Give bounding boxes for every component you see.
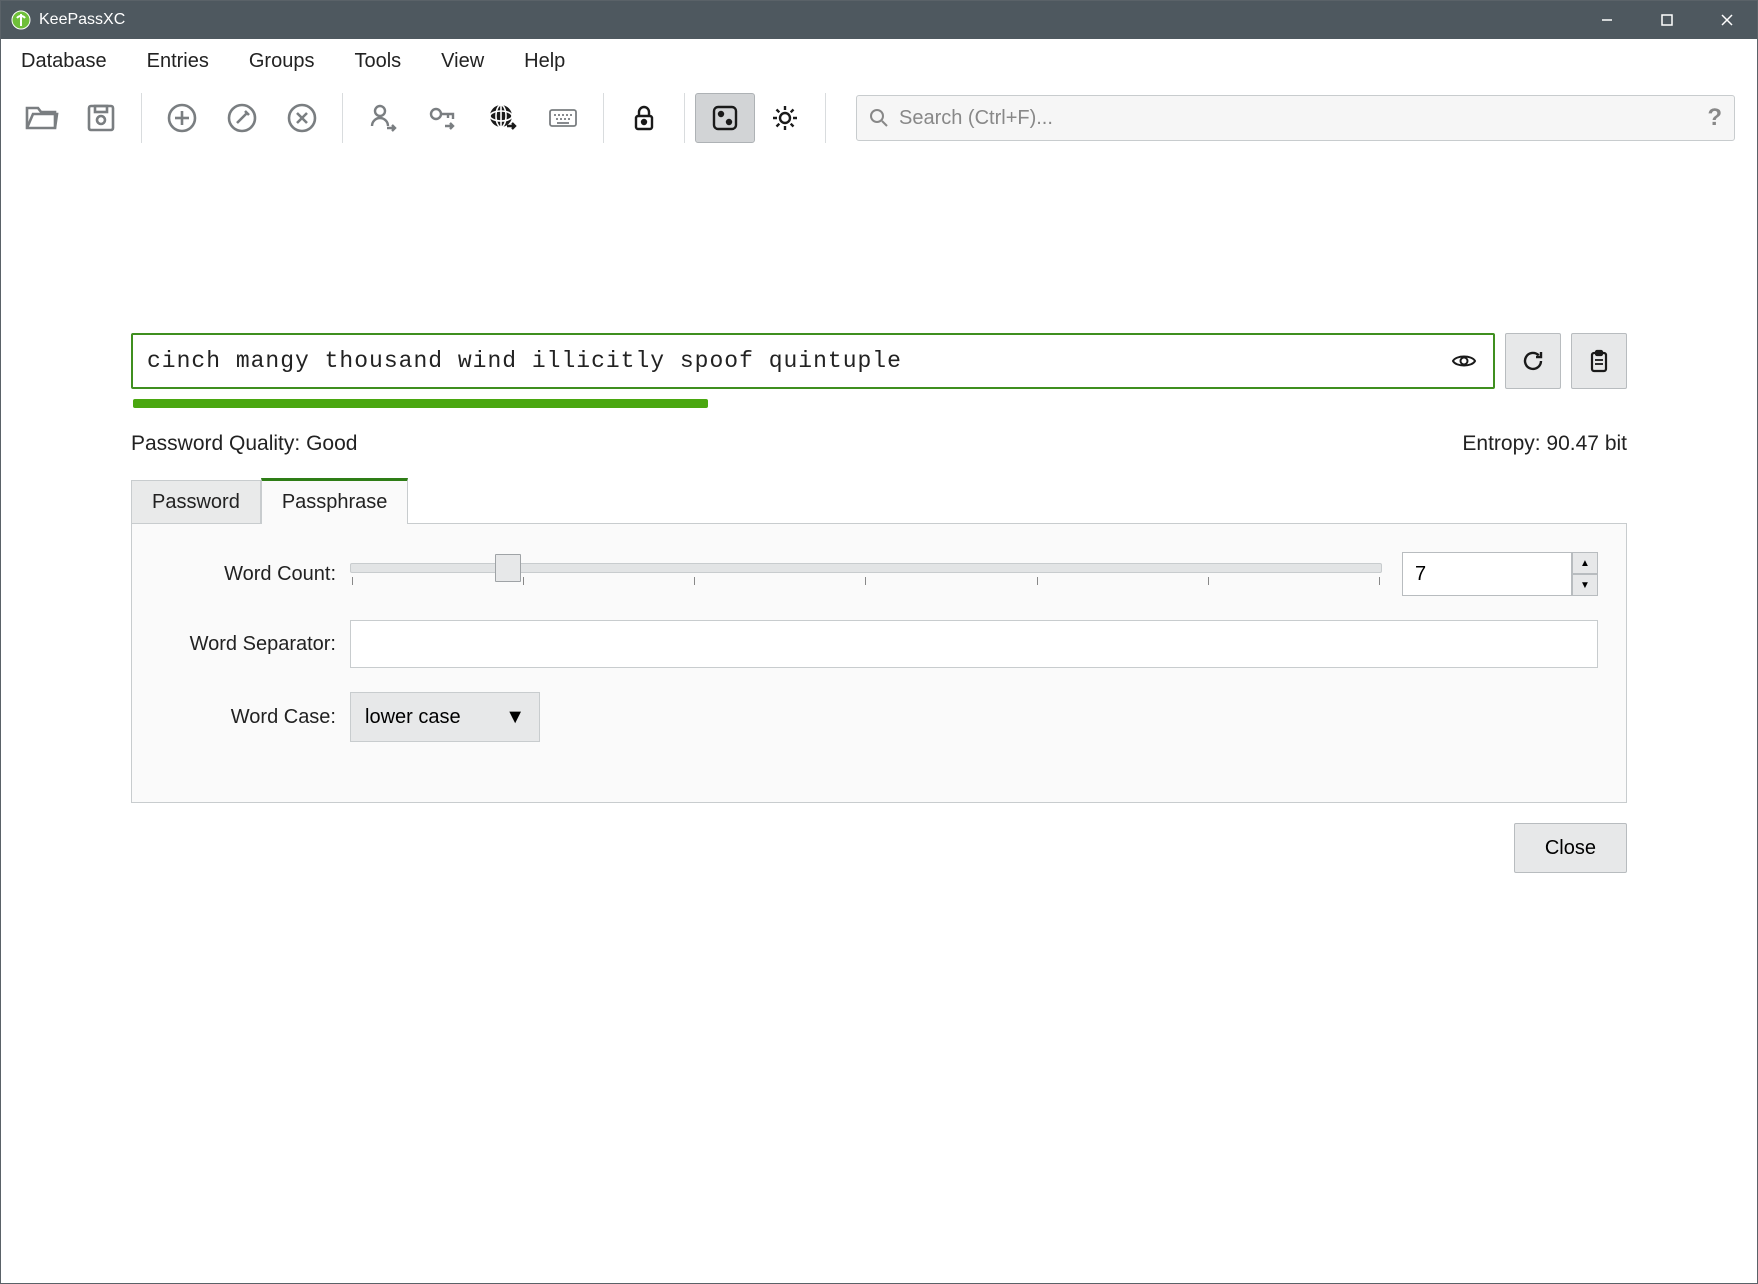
edit-entry-button[interactable]	[212, 93, 272, 143]
save-database-button[interactable]	[71, 93, 131, 143]
word-count-label: Word Count:	[160, 563, 350, 586]
menu-database[interactable]: Database	[15, 46, 113, 77]
generated-password-text: cinch mangy thousand wind illicitly spoo…	[147, 348, 1449, 374]
app-icon	[11, 10, 31, 30]
app-window: KeePassXC Database Entries Groups Tools …	[0, 0, 1758, 1284]
word-separator-input[interactable]	[350, 620, 1598, 668]
generator-tabs: Password Passphrase	[131, 478, 1627, 524]
minimize-button[interactable]	[1577, 1, 1637, 39]
word-count-slider[interactable]	[350, 554, 1382, 594]
word-count-input[interactable]	[1402, 552, 1572, 596]
open-database-button[interactable]	[11, 93, 71, 143]
word-case-value: lower case	[365, 706, 461, 729]
window-title: KeePassXC	[39, 11, 125, 29]
word-count-up-button[interactable]: ▲	[1572, 552, 1598, 574]
entropy-label: Entropy: 90.47 bit	[1462, 432, 1627, 456]
toolbar-separator	[825, 93, 826, 143]
toolbar-separator	[141, 93, 142, 143]
search-box[interactable]: ?	[856, 95, 1735, 141]
delete-entry-button[interactable]	[272, 93, 332, 143]
close-button[interactable]: Close	[1514, 823, 1627, 873]
copy-url-button[interactable]	[473, 93, 533, 143]
toggle-visibility-button[interactable]	[1449, 346, 1479, 376]
search-input[interactable]	[899, 107, 1699, 130]
settings-button[interactable]	[755, 93, 815, 143]
word-case-label: Word Case:	[160, 706, 350, 729]
menu-tools[interactable]: Tools	[348, 46, 407, 77]
regenerate-button[interactable]	[1505, 333, 1561, 389]
toolbar: ?	[1, 83, 1757, 153]
toolbar-separator	[342, 93, 343, 143]
chevron-down-icon: ▼	[505, 706, 525, 729]
password-strength-bar	[133, 399, 708, 408]
generated-password-field[interactable]: cinch mangy thousand wind illicitly spoo…	[131, 333, 1495, 389]
slider-thumb[interactable]	[495, 554, 521, 582]
maximize-button[interactable]	[1637, 1, 1697, 39]
copy-password-to-clipboard-button[interactable]	[1571, 333, 1627, 389]
copy-password-button[interactable]	[413, 93, 473, 143]
menubar: Database Entries Groups Tools View Help	[1, 39, 1757, 83]
generator-panel: cinch mangy thousand wind illicitly spoo…	[1, 153, 1757, 1283]
close-button-label: Close	[1545, 837, 1596, 860]
menu-view[interactable]: View	[435, 46, 490, 77]
titlebar: KeePassXC	[1, 1, 1757, 39]
toolbar-separator	[603, 93, 604, 143]
password-quality-label: Password Quality: Good	[131, 432, 357, 456]
add-entry-button[interactable]	[152, 93, 212, 143]
passphrase-panel: Word Count: ▲ ▼ Word Separator:	[131, 523, 1627, 803]
word-count-down-button[interactable]: ▼	[1572, 574, 1598, 596]
word-separator-label: Word Separator:	[160, 633, 350, 656]
menu-groups[interactable]: Groups	[243, 46, 321, 77]
word-case-select[interactable]: lower case ▼	[350, 692, 540, 742]
tab-passphrase[interactable]: Passphrase	[261, 478, 409, 524]
lock-database-button[interactable]	[614, 93, 674, 143]
tab-password[interactable]: Password	[131, 480, 261, 524]
password-generator-button[interactable]	[695, 93, 755, 143]
menu-help[interactable]: Help	[518, 46, 571, 77]
copy-username-button[interactable]	[353, 93, 413, 143]
search-icon	[869, 108, 889, 128]
auto-type-button[interactable]	[533, 93, 593, 143]
search-help-icon[interactable]: ?	[1707, 104, 1722, 132]
toolbar-separator	[684, 93, 685, 143]
menu-entries[interactable]: Entries	[141, 46, 215, 77]
close-window-button[interactable]	[1697, 1, 1757, 39]
